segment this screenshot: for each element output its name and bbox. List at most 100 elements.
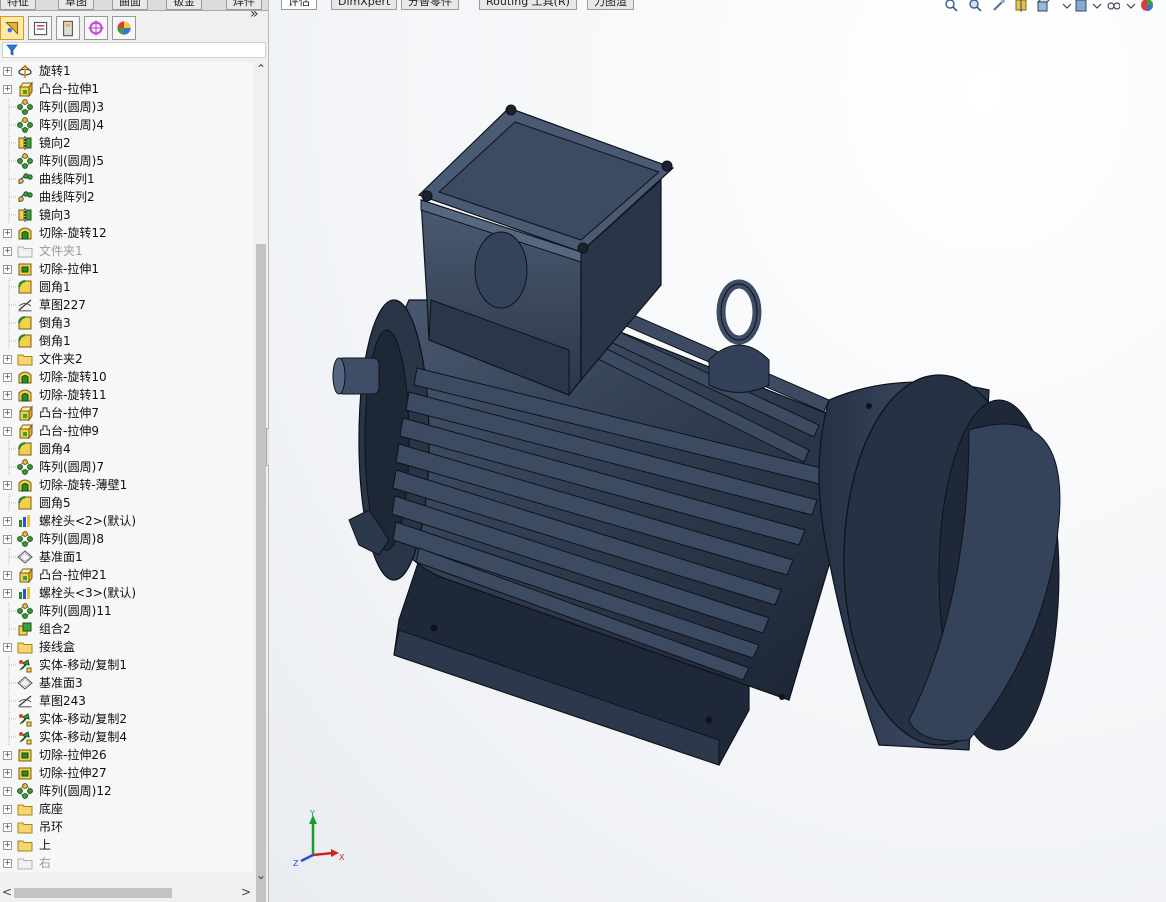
command-tab[interactable]: 曲面 [112, 0, 148, 10]
expand-toggle-icon[interactable]: + [3, 265, 12, 274]
tree-item[interactable]: 草图227 [0, 296, 254, 314]
expand-toggle-icon[interactable]: + [3, 751, 12, 760]
command-tab[interactable]: 特征 [0, 0, 36, 10]
tree-item[interactable]: + 旋转1 [0, 62, 254, 80]
tree-item[interactable]: + 切除-旋转-薄壁1 [0, 476, 254, 494]
tree-item-label: 凸台-拉伸9 [39, 424, 99, 438]
scroll-up-icon[interactable]: ⌃ [256, 62, 266, 76]
dimxpert-manager-tab[interactable] [84, 16, 108, 40]
tree-item[interactable]: 基准面3 [0, 674, 254, 692]
tree-item[interactable]: 阵列(圆周)3 [0, 98, 254, 116]
tree-item[interactable]: + 吊环 [0, 818, 254, 836]
expand-toggle-icon[interactable]: + [3, 841, 12, 850]
tree-item[interactable]: 镜向2 [0, 134, 254, 152]
feature-manager-panel: 特征 草图 曲面 钣金 焊件 » + 旋转1 + 凸台-拉伸1 阵列(圆周)3 阵列(圆周)4 镜向… [0, 0, 269, 902]
tree-item[interactable]: + 阵列(圆周)12 [0, 782, 254, 800]
tree-item[interactable]: 实体-移动/复制4 [0, 728, 254, 746]
expand-toggle-icon[interactable]: + [3, 589, 12, 598]
expand-toggle-icon[interactable]: + [3, 517, 12, 526]
expand-toggle-icon[interactable]: + [3, 571, 12, 580]
tree-item[interactable]: + 凸台-拉伸21 [0, 566, 254, 584]
tree-item[interactable]: + 底座 [0, 800, 254, 818]
tree-item[interactable]: + 文件夹2 [0, 350, 254, 368]
expand-toggle-icon[interactable]: + [3, 355, 12, 364]
tree-item-label: 阵列(圆周)11 [39, 604, 112, 618]
vertical-scroll-thumb[interactable] [256, 244, 266, 902]
tree-item[interactable]: 组合2 [0, 620, 254, 638]
scroll-left-icon[interactable]: < [2, 885, 12, 899]
feature-tree: + 旋转1 + 凸台-拉伸1 阵列(圆周)3 阵列(圆周)4 镜向2 阵列(圆周)5 曲线阵列1… [0, 62, 254, 872]
scroll-down-icon[interactable]: ⌄ [256, 868, 266, 882]
circular-pattern-icon [17, 531, 33, 547]
expand-toggle-icon[interactable]: + [3, 391, 12, 400]
tree-item[interactable]: 曲线阵列2 [0, 188, 254, 206]
command-tab[interactable]: 钣金 [166, 0, 202, 10]
expand-toggle-icon[interactable]: + [3, 805, 12, 814]
expand-toggle-icon[interactable]: + [3, 823, 12, 832]
tree-item[interactable]: 阵列(圆周)5 [0, 152, 254, 170]
expand-toggle-icon[interactable]: + [3, 85, 12, 94]
expand-toggle-icon[interactable]: + [3, 409, 12, 418]
tree-item[interactable]: + 凸台-拉伸7 [0, 404, 254, 422]
display-manager-tab[interactable] [112, 16, 136, 40]
tree-item[interactable]: + 切除-旋转11 [0, 386, 254, 404]
expand-toggle-icon[interactable]: + [3, 229, 12, 238]
tree-item[interactable]: 圆角4 [0, 440, 254, 458]
mirror-icon [18, 136, 32, 150]
expand-toggle-icon[interactable]: + [3, 769, 12, 778]
folder-icon [17, 840, 33, 852]
tree-item[interactable]: + 右 [0, 854, 254, 872]
tree-item[interactable]: + 切除-拉伸26 [0, 746, 254, 764]
horizontal-scroll-thumb[interactable] [14, 888, 172, 898]
tree-item[interactable]: 倒角3 [0, 314, 254, 332]
tree-item[interactable]: + 上 [0, 836, 254, 854]
tree-item[interactable]: + 螺栓头<2>(默认) [0, 512, 254, 530]
expand-panel-button[interactable]: » [250, 6, 259, 22]
curve-pattern-icon [18, 173, 33, 185]
tree-item[interactable]: 圆角1 [0, 278, 254, 296]
expand-toggle-icon[interactable]: + [3, 481, 12, 490]
expand-toggle-icon[interactable]: + [3, 535, 12, 544]
tree-item-label: 阵列(圆周)7 [39, 460, 104, 474]
tree-item[interactable]: + 凸台-拉伸9 [0, 422, 254, 440]
scroll-right-icon[interactable]: > [241, 885, 251, 899]
feature-manager-tab[interactable] [0, 16, 24, 40]
command-tab[interactable]: 草图 [58, 0, 94, 10]
expand-toggle-icon[interactable]: + [3, 427, 12, 436]
tree-item[interactable]: 基准面1 [0, 548, 254, 566]
expand-toggle-icon[interactable]: + [3, 247, 12, 256]
tree-item[interactable]: + 螺栓头<3>(默认) [0, 584, 254, 602]
tree-item[interactable]: 镜向3 [0, 206, 254, 224]
tree-item[interactable]: 圆角5 [0, 494, 254, 512]
expand-toggle-icon[interactable]: + [3, 373, 12, 382]
expand-toggle-icon[interactable]: + [3, 787, 12, 796]
expand-toggle-icon[interactable]: + [3, 67, 12, 76]
tree-horizontal-scrollbar[interactable]: < > [0, 884, 254, 902]
expand-toggle-icon[interactable]: + [3, 643, 12, 652]
tree-item[interactable]: 实体-移动/复制2 [0, 710, 254, 728]
tree-item[interactable]: + 文件夹1 [0, 242, 254, 260]
tree-item-label: 镜向2 [39, 136, 71, 150]
tree-item[interactable]: 曲线阵列1 [0, 170, 254, 188]
configuration-manager-tab[interactable] [56, 16, 80, 40]
tree-item[interactable]: 阵列(圆周)4 [0, 116, 254, 134]
tree-item[interactable]: + 接线盒 [0, 638, 254, 656]
tree-item[interactable]: + 阵列(圆周)8 [0, 530, 254, 548]
tree-vertical-scrollbar[interactable]: ⌃ ⌄ [254, 62, 268, 902]
property-manager-tab[interactable] [28, 16, 52, 40]
tree-filter-bar[interactable] [2, 42, 266, 58]
tree-item[interactable]: 实体-移动/复制1 [0, 656, 254, 674]
folder-icon [17, 804, 33, 816]
expand-toggle-icon[interactable]: + [3, 859, 12, 868]
tree-item[interactable]: 阵列(圆周)7 [0, 458, 254, 476]
tree-item[interactable]: 倒角1 [0, 332, 254, 350]
tree-item[interactable]: 阵列(圆周)11 [0, 602, 254, 620]
tree-item[interactable]: + 切除-拉伸1 [0, 260, 254, 278]
tree-item[interactable]: 草图243 [0, 692, 254, 710]
tree-item[interactable]: + 凸台-拉伸1 [0, 80, 254, 98]
filter-icon[interactable] [6, 44, 18, 56]
tree-item[interactable]: + 切除-旋转10 [0, 368, 254, 386]
tree-item[interactable]: + 切除-拉伸27 [0, 764, 254, 782]
tree-item[interactable]: + 切除-旋转12 [0, 224, 254, 242]
motor-model-render[interactable]: Y X Z [269, 0, 1166, 902]
